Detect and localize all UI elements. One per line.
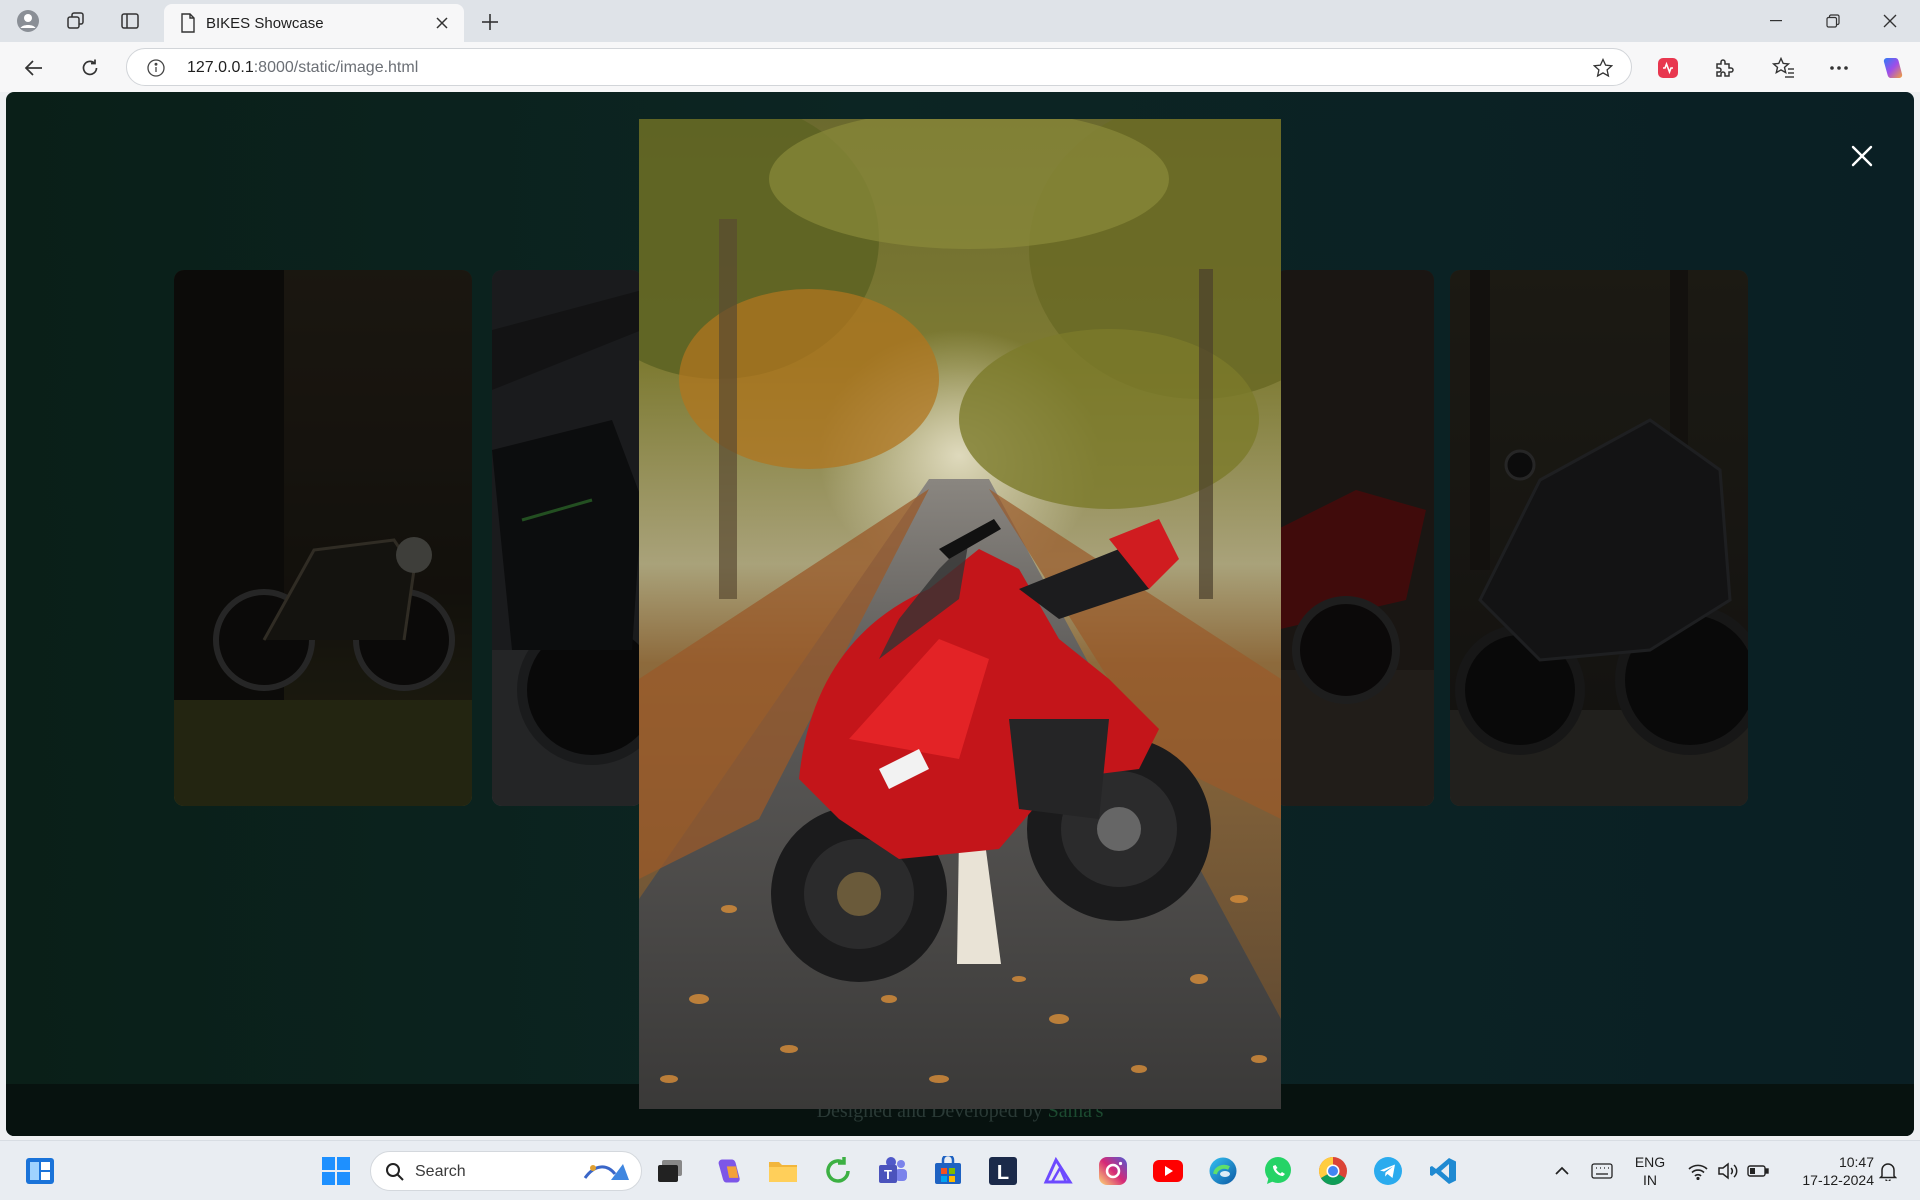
- red-sport-bike-photo: [1276, 270, 1434, 806]
- instagram-icon[interactable]: [1095, 1153, 1131, 1189]
- active-tab[interactable]: BIKES Showcase: [164, 4, 464, 42]
- language-indicator[interactable]: ENG IN: [1628, 1153, 1672, 1189]
- start-button[interactable]: [318, 1153, 354, 1189]
- black-sport-bike-photo: [1450, 270, 1748, 806]
- close-icon: [1851, 145, 1873, 167]
- telegram-icon[interactable]: [1370, 1153, 1406, 1189]
- copilot-taskbar-icon[interactable]: [710, 1153, 746, 1189]
- file-explorer-icon[interactable]: [765, 1153, 801, 1189]
- favorites-icon[interactable]: [1768, 52, 1800, 84]
- teams-icon[interactable]: T: [875, 1153, 911, 1189]
- search-label: Search: [415, 1163, 466, 1180]
- notification-bell-icon[interactable]: [1870, 1153, 1906, 1189]
- restore-button[interactable]: [1811, 6, 1855, 36]
- edge-icon[interactable]: [1205, 1153, 1241, 1189]
- minimize-button[interactable]: [1754, 6, 1798, 36]
- youtube-icon[interactable]: [1150, 1153, 1186, 1189]
- reload-button[interactable]: [74, 52, 106, 84]
- gallery-card-3[interactable]: [1276, 270, 1434, 806]
- gallery-card-4[interactable]: [1450, 270, 1748, 806]
- extension-red-icon[interactable]: [1652, 52, 1684, 84]
- task-view-icon[interactable]: [652, 1153, 688, 1189]
- gallery-card-2[interactable]: [492, 270, 642, 806]
- new-tab-button[interactable]: [476, 8, 504, 36]
- workspaces-icon[interactable]: [62, 7, 90, 35]
- tab-title: BIKES Showcase: [206, 15, 324, 32]
- tab-strip: BIKES Showcase: [0, 0, 1920, 42]
- address-bar[interactable]: 127.0.0.1:8000/static/image.html: [126, 48, 1632, 86]
- svg-text:T: T: [884, 1167, 892, 1182]
- close-tab-icon[interactable]: [432, 13, 452, 33]
- whatsapp-icon[interactable]: [1260, 1153, 1296, 1189]
- naked-bike-photo: [492, 270, 642, 806]
- vertical-tabs-icon[interactable]: [116, 7, 144, 35]
- browser-toolbar: 127.0.0.1:8000/static/image.html: [0, 42, 1920, 92]
- back-button[interactable]: [18, 52, 50, 84]
- keyboard-icon[interactable]: [1584, 1153, 1620, 1189]
- search-icon: [385, 1162, 405, 1187]
- copilot-icon[interactable]: [1876, 52, 1908, 84]
- extensions-puzzle-icon[interactable]: [1708, 52, 1740, 84]
- favorite-star-icon[interactable]: [1592, 57, 1614, 83]
- microsoft-store-icon[interactable]: [930, 1153, 966, 1189]
- taskbar-search[interactable]: Search: [370, 1151, 642, 1191]
- gallery-card-1[interactable]: [174, 270, 472, 806]
- battery-icon[interactable]: [1740, 1153, 1776, 1189]
- url-text[interactable]: 127.0.0.1:8000/static/image.html: [187, 59, 418, 77]
- close-window-button[interactable]: [1868, 6, 1912, 36]
- refresh-app-icon[interactable]: [820, 1153, 856, 1189]
- more-options-icon[interactable]: [1823, 52, 1855, 84]
- proton-vpn-icon[interactable]: [1040, 1153, 1076, 1189]
- l-app-icon[interactable]: L: [985, 1153, 1021, 1189]
- svg-text:L: L: [997, 1162, 1009, 1184]
- info-icon[interactable]: [147, 59, 165, 82]
- chrome-icon[interactable]: [1315, 1153, 1351, 1189]
- profile-icon[interactable]: [14, 7, 42, 35]
- search-highlight-icon: [581, 1158, 633, 1189]
- lightbox-image: [639, 119, 1281, 1109]
- widgets-icon[interactable]: [22, 1153, 58, 1189]
- lightbox-close-button[interactable]: [1844, 138, 1880, 174]
- classic-bike-photo: [174, 270, 472, 806]
- red-ducati-photo: [639, 119, 1281, 1109]
- windows-taskbar: Search T L ENG IN 10:47 17-12-2024: [0, 1140, 1920, 1200]
- show-hidden-icons-chevron[interactable]: [1544, 1153, 1580, 1189]
- clock[interactable]: 10:47 17-12-2024: [1782, 1153, 1874, 1189]
- page-viewport: Designed and Developed by Sama's: [6, 92, 1914, 1136]
- page-icon: [180, 13, 196, 38]
- vscode-icon[interactable]: [1425, 1153, 1461, 1189]
